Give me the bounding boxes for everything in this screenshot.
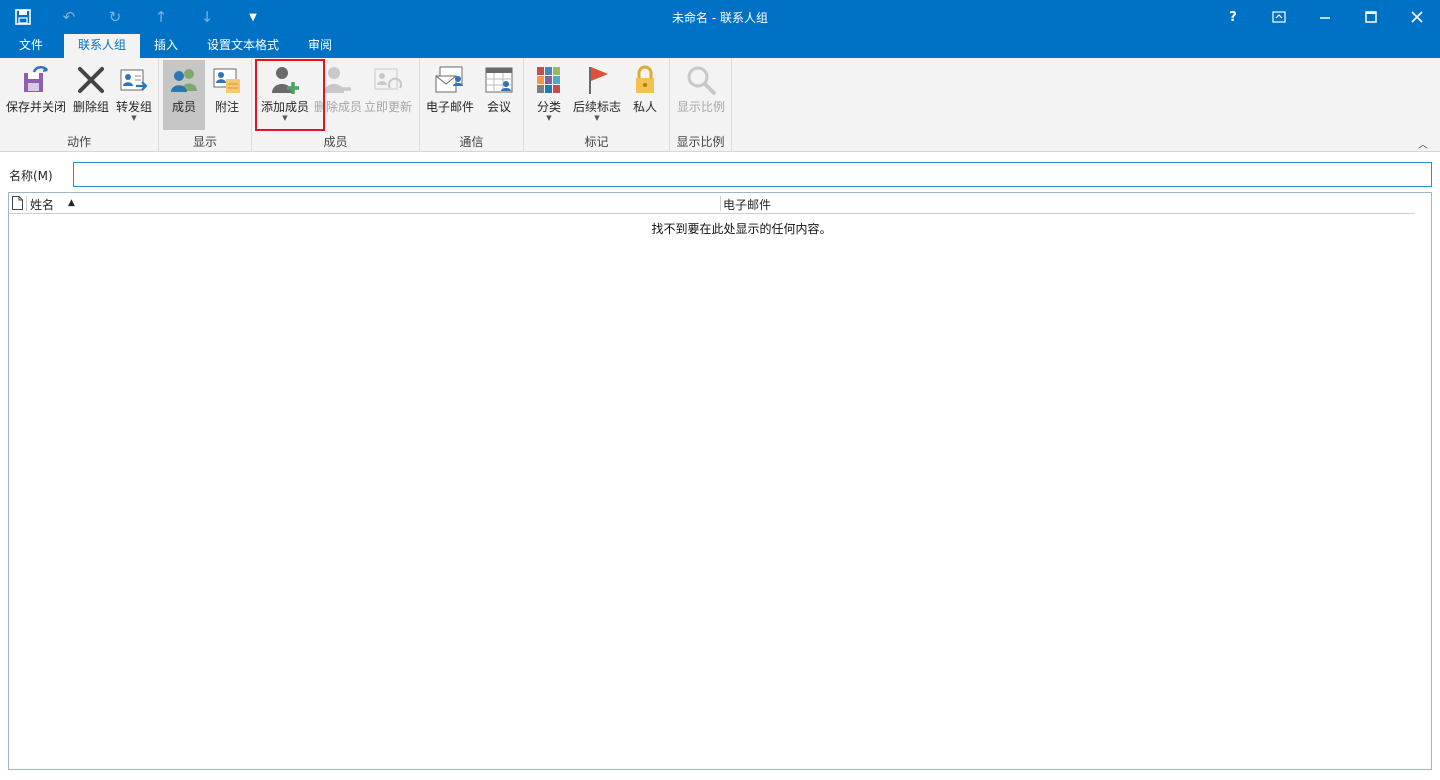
members-icon [171,69,197,92]
flag-icon [589,67,608,94]
ribbon-display-icon[interactable] [1256,0,1302,34]
update-now-button[interactable]: 立即更新 [362,60,414,130]
group-tags: 分类 ▼ 后续标志 ▼ 私人 标记 [524,58,670,152]
private-button[interactable]: 私人 [624,60,666,130]
email-button[interactable]: 电子邮件 [423,60,477,130]
chevron-down-icon: ▼ [546,114,552,122]
group-zoom: 显示比例 显示比例 [670,58,732,152]
tab-contact-group[interactable]: 联系人组 [64,34,140,58]
meeting-label: 会议 [486,100,511,114]
update-now-label: 立即更新 [363,100,412,114]
delete-group-button[interactable]: 删除组 [70,60,112,130]
help-button[interactable]: ? [1210,0,1256,34]
group-label-actions: 动作 [66,135,91,149]
column-separator[interactable] [720,196,721,211]
zoom-label: 显示比例 [676,100,725,114]
ribbon-tabs: 文件 联系人组 插入 设置文本格式 审阅 [0,34,1440,58]
notes-label: 附注 [214,100,239,114]
chevron-down-icon: ▼ [594,114,600,122]
save-close-button[interactable]: 保存并关闭 [4,60,68,130]
window-controls: ? [1210,0,1440,34]
title-bar: ↶ ↻ ↑ ↓ ▼ 未命名 - 联系人组 ? [0,0,1440,34]
notes-button[interactable]: 附注 [206,60,248,130]
meeting-button[interactable]: 会议 [478,60,520,130]
group-label-tags: 标记 [584,135,609,149]
save-close-label: 保存并关闭 [5,100,66,114]
categorize-icon [537,67,560,93]
ribbon: 保存并关闭 删除组 转发组 ▼ 动作 成员 附注 显示 添加成员 ▼ 删除成员 … [0,58,1440,152]
group-show: 成员 附注 显示 [159,58,252,152]
meeting-icon [485,67,513,93]
add-members-highlight [255,59,325,131]
document-icon[interactable] [12,196,23,210]
name-field-label: 名称(M) [9,169,53,183]
forward-group-icon [120,69,148,91]
name-input[interactable] [73,162,1432,187]
magnifier-icon [687,66,716,95]
sort-ascending-icon: ▲ [68,198,75,208]
empty-list-message: 找不到要在此处显示的任何内容。 [651,222,832,236]
remove-member-icon [324,67,351,93]
group-communicate: 电子邮件 会议 通信 [420,58,524,152]
group-label-members: 成员 [323,135,348,149]
tab-insert[interactable]: 插入 [142,34,190,58]
group-label-zoom: 显示比例 [676,135,725,149]
categorize-button[interactable]: 分类 ▼ [528,60,570,130]
email-icon [435,66,463,93]
maximize-icon[interactable] [1348,0,1394,34]
follow-up-button[interactable]: 后续标志 ▼ [571,60,623,130]
private-label: 私人 [632,100,657,114]
members-view-button[interactable]: 成员 [163,60,205,130]
categorize-label: 分类 [536,100,561,114]
list-header: 姓名 ▲ 电子邮件 [9,193,1415,214]
column-header-name[interactable]: 姓名 [30,196,54,213]
members-list[interactable]: 姓名 ▲ 电子邮件 找不到要在此处显示的任何内容。 [8,192,1432,770]
forward-group-label: 转发组 [115,100,152,114]
group-label-communicate: 通信 [459,135,484,149]
update-icon [374,68,402,90]
forward-group-button[interactable]: 转发组 ▼ [113,60,155,130]
close-icon[interactable] [1394,0,1440,34]
delete-icon [78,67,104,93]
members-view-label: 成员 [171,100,196,114]
tab-review[interactable]: 审阅 [298,34,342,58]
zoom-button[interactable]: 显示比例 [674,60,728,130]
follow-up-label: 后续标志 [572,100,621,114]
chevron-down-icon: ▼ [131,114,137,122]
email-label: 电子邮件 [425,100,474,114]
delete-group-label: 删除组 [72,100,109,114]
tab-format-text[interactable]: 设置文本格式 [196,34,290,58]
tab-file[interactable]: 文件 [5,34,57,58]
group-label-show: 显示 [192,135,217,149]
collapse-ribbon-icon[interactable]: ︿ [1418,136,1428,151]
column-separator [26,196,27,211]
save-close-icon [24,66,48,92]
lock-icon [636,65,654,93]
column-header-email[interactable]: 电子邮件 [723,196,771,213]
notes-icon [213,68,240,93]
minimize-icon[interactable] [1302,0,1348,34]
group-actions: 保存并关闭 删除组 转发组 ▼ 动作 [0,58,159,152]
